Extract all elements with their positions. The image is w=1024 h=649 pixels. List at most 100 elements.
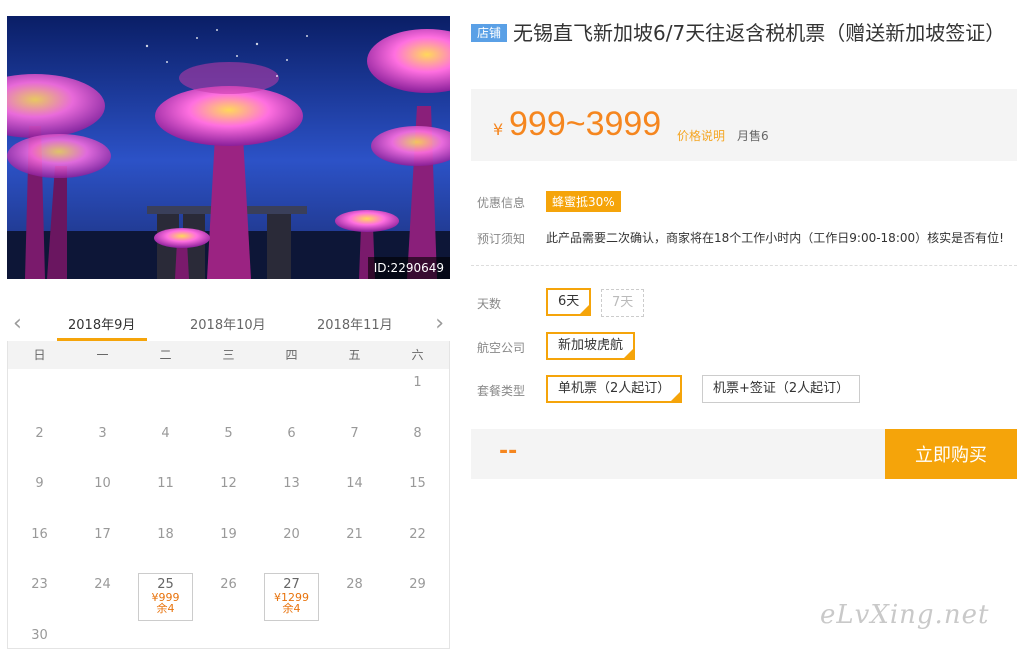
product-title-text: 无锡直飞新加坡6/7天往返含税机票（赠送新加坡签证）	[513, 21, 1006, 45]
chevron-left-icon[interactable]: ‹	[13, 311, 22, 336]
calendar-day: 14	[323, 470, 386, 521]
calendar-day: 19	[197, 521, 260, 572]
calendar-day: 5	[197, 420, 260, 471]
day-number: 17	[94, 526, 111, 542]
calendar-day: 8	[386, 420, 449, 471]
calendar-empty-cell	[8, 369, 71, 420]
day-number: 14	[346, 476, 363, 491]
calendar-day: 20	[260, 521, 323, 572]
price-note-link[interactable]: 价格说明	[677, 127, 725, 144]
section-divider	[471, 265, 1017, 266]
weekday-label: 六	[411, 348, 424, 362]
day-number: 24	[94, 577, 111, 592]
calendar-day: 4	[134, 420, 197, 471]
purchase-bar: -- 立即购买	[471, 429, 1017, 479]
weekday-label: 五	[348, 348, 361, 362]
day-number: 3	[98, 425, 107, 441]
day-number: 16	[31, 526, 48, 542]
calendar-day: 7	[323, 420, 386, 471]
day-number: 5	[224, 425, 233, 441]
price-range: 999~3999	[509, 105, 662, 143]
calendar-day: 30	[8, 622, 71, 649]
day-number: 12	[220, 476, 237, 491]
calendar-day: 1	[386, 369, 449, 420]
day-number: 1	[413, 375, 422, 390]
day-number: 26	[220, 577, 237, 592]
calendar-day: 6	[260, 420, 323, 471]
calendar-day: 11	[134, 470, 197, 521]
buy-now-button[interactable]: 立即购买	[885, 429, 1017, 479]
calendar-day: 13	[260, 470, 323, 521]
weekday-header: 日 一 二 三 四 五 六	[8, 341, 449, 369]
total-price: --	[499, 439, 518, 464]
days-label: 天数	[477, 297, 502, 311]
package-label: 套餐类型	[477, 384, 526, 398]
weekday-label: 三	[222, 348, 235, 362]
calendar-empty-cell	[71, 369, 134, 420]
month-tab-nov[interactable]: 2018年11月	[317, 314, 393, 333]
day-number: 30	[31, 627, 48, 643]
chevron-right-icon[interactable]: ›	[435, 311, 444, 336]
day-number: 2	[35, 425, 44, 441]
day-number: 4	[161, 425, 170, 441]
calendar-day: 21	[323, 521, 386, 572]
day-number: 29	[409, 577, 426, 592]
site-watermark: eLvXing.net	[820, 600, 990, 630]
calendar-day: 10	[71, 470, 134, 521]
option-days-6[interactable]: 6天	[546, 288, 592, 316]
calendar-day: 2	[8, 420, 71, 471]
currency-symbol: ¥	[493, 120, 504, 139]
price-box: ¥ 999~3999 价格说明 月售6	[471, 89, 1017, 161]
calendar-day: 24	[71, 571, 134, 622]
calendar-empty-cell	[134, 369, 197, 420]
calendar-empty-cell	[260, 369, 323, 420]
day-number: 15	[409, 476, 426, 491]
option-airline-scoot[interactable]: 新加坡虎航	[546, 332, 636, 360]
calendar-empty-cell	[197, 369, 260, 420]
day-number: 21	[346, 526, 363, 542]
calendar-day: 22	[386, 521, 449, 572]
calendar-month-nav: ‹ 2018年9月 2018年10月 2018年11月 ›	[7, 305, 450, 341]
promo-badge: 蜂蜜抵30%	[546, 191, 621, 212]
calendar-day: 15	[386, 470, 449, 521]
product-title: 店铺 无锡直飞新加坡6/7天往返含税机票（赠送新加坡签证）	[471, 18, 1019, 48]
calendar-day-available[interactable]: 25 ¥999 余4	[138, 573, 193, 621]
weekday-label: 一	[96, 348, 109, 362]
day-number: 9	[35, 476, 44, 491]
month-tab-oct[interactable]: 2018年10月	[190, 314, 266, 333]
notice-text: 此产品需要二次确认，商家将在18个工作小时内（工作日9:00-18:00）核实是…	[546, 231, 1004, 245]
day-number: 20	[283, 526, 300, 542]
day-number: 7	[350, 425, 359, 441]
notice-label: 预订须知	[477, 232, 526, 246]
day-number: 25	[157, 577, 174, 592]
calendar-day: 29	[386, 571, 449, 622]
day-number: 22	[409, 526, 426, 542]
weekday-label: 二	[159, 348, 172, 362]
month-tab-sep[interactable]: 2018年9月	[68, 314, 135, 333]
calendar-day: 28	[323, 571, 386, 622]
option-package-ticket-visa[interactable]: 机票+签证（2人起订）	[702, 375, 861, 403]
calendar-day-available[interactable]: 27 ¥1299 余4	[264, 573, 319, 621]
shop-tag-badge: 店铺	[471, 24, 508, 42]
calendar-day: 18	[134, 521, 197, 572]
day-number: 19	[220, 526, 237, 542]
product-image: ID:2290649	[7, 16, 450, 279]
day-number: 11	[157, 476, 174, 491]
day-number: 23	[31, 577, 48, 592]
promo-label: 优惠信息	[477, 196, 526, 210]
image-id-label: ID:2290649	[367, 257, 450, 279]
calendar-empty-cell	[323, 369, 386, 420]
calendar-days: 1 2 3 4 5 6 7 8 9 10 11 12 13 14 15 16 17 18 19 20 21 22 23 24 2…	[8, 369, 449, 649]
day-number: 8	[413, 425, 422, 441]
option-package-ticket[interactable]: 单机票（2人起订）	[546, 375, 683, 403]
calendar-day: 9	[8, 470, 71, 521]
weekday-label: 四	[285, 348, 298, 362]
day-stock: 余4	[282, 602, 301, 615]
day-number: 28	[346, 577, 363, 592]
monthly-sales: 月售6	[737, 129, 769, 143]
supertree-grove-photo	[7, 16, 450, 279]
weekday-label: 日	[33, 348, 46, 362]
calendar-day: 23	[8, 571, 71, 622]
calendar-day: 26	[197, 571, 260, 622]
calendar-day: 3	[71, 420, 134, 471]
